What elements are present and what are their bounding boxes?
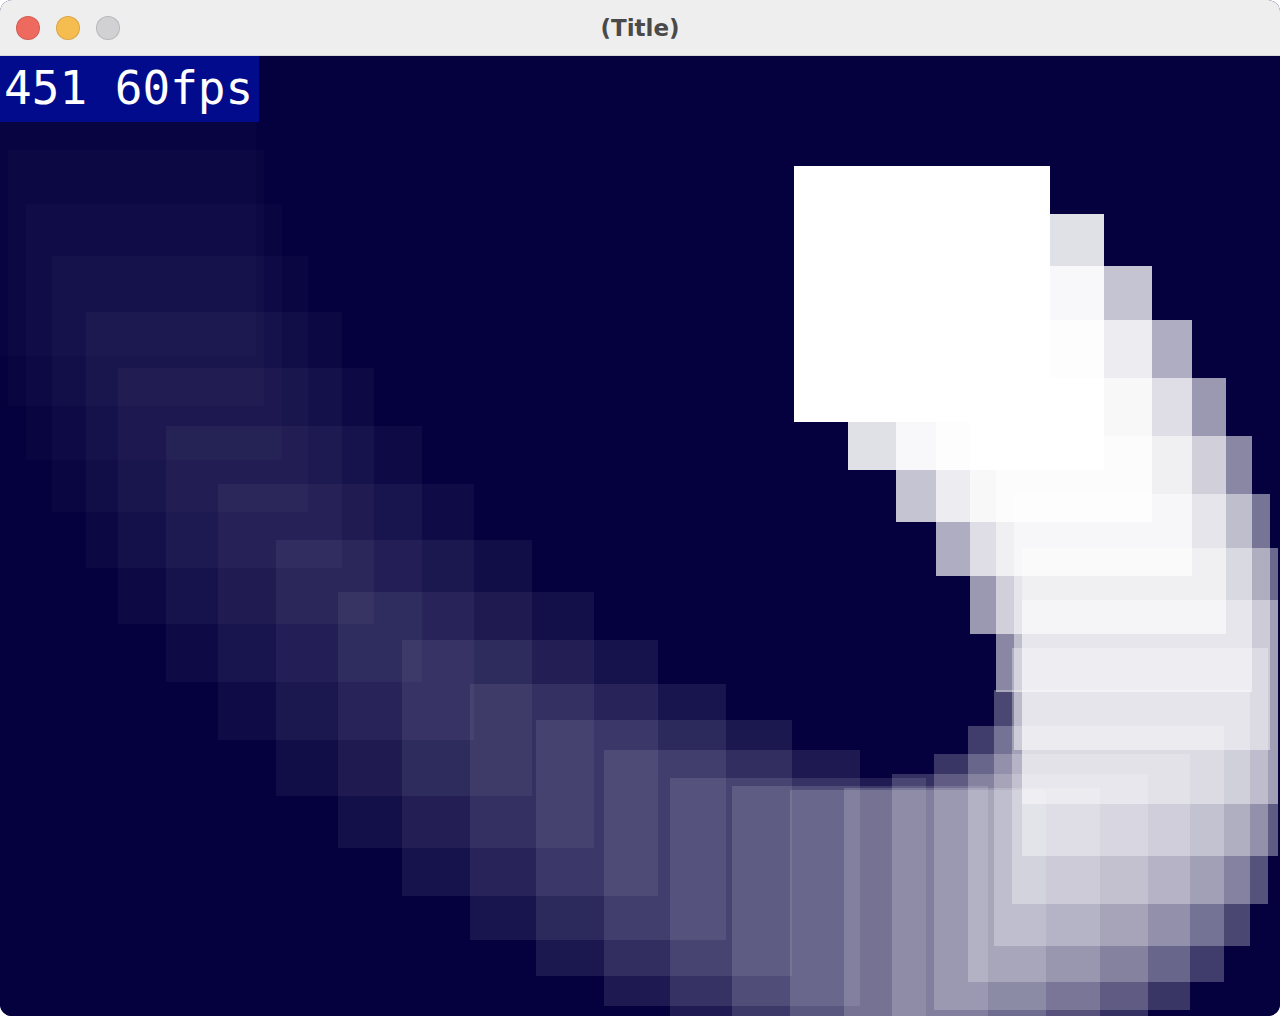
game-canvas: 451 60fps — [0, 56, 1280, 1016]
trail-square — [794, 166, 1050, 422]
title-bar: (Title) — [0, 0, 1280, 56]
zoom-button[interactable] — [96, 16, 120, 40]
minimize-button[interactable] — [56, 16, 80, 40]
window-title: (Title) — [0, 15, 1280, 41]
app-window: (Title) 451 60fps — [0, 0, 1280, 1016]
close-button[interactable] — [16, 16, 40, 40]
fps-counter: 451 60fps — [0, 56, 259, 122]
window-controls — [0, 16, 120, 40]
